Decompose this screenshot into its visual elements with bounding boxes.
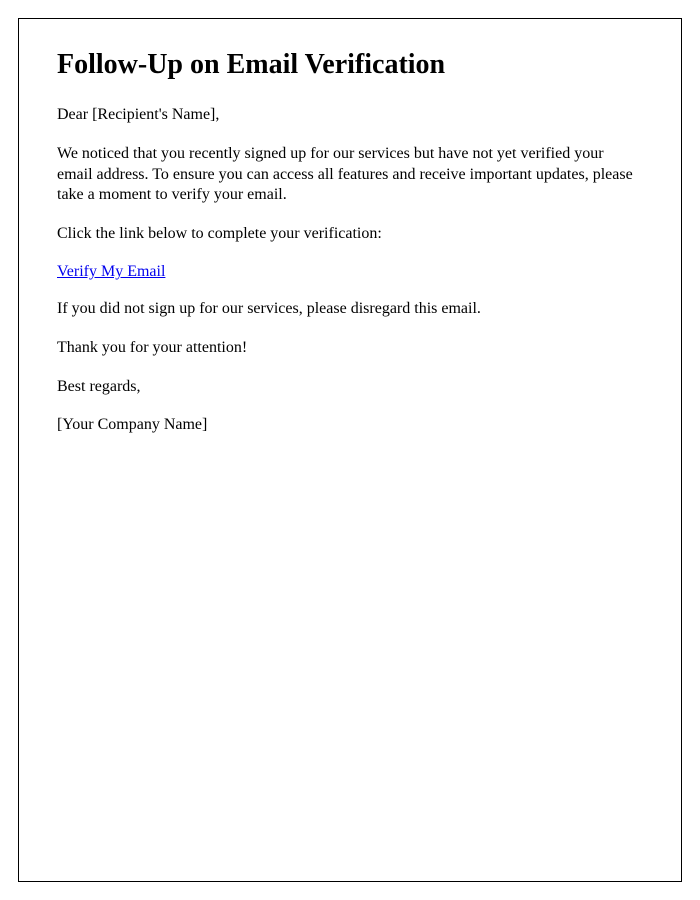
body-paragraph-2: Click the link below to complete your ve… (57, 224, 643, 245)
body-paragraph-1: We noticed that you recently signed up f… (57, 144, 643, 206)
body-paragraph-3: If you did not sign up for our services,… (57, 299, 643, 320)
document-title: Follow-Up on Email Verification (57, 49, 643, 81)
thank-you-text: Thank you for your attention! (57, 338, 643, 359)
greeting-text: Dear [Recipient's Name], (57, 105, 643, 126)
closing-text: Best regards, (57, 377, 643, 398)
document-container: Follow-Up on Email Verification Dear [Re… (18, 18, 682, 882)
signature-text: [Your Company Name] (57, 415, 643, 436)
verify-email-link[interactable]: Verify My Email (57, 263, 165, 281)
